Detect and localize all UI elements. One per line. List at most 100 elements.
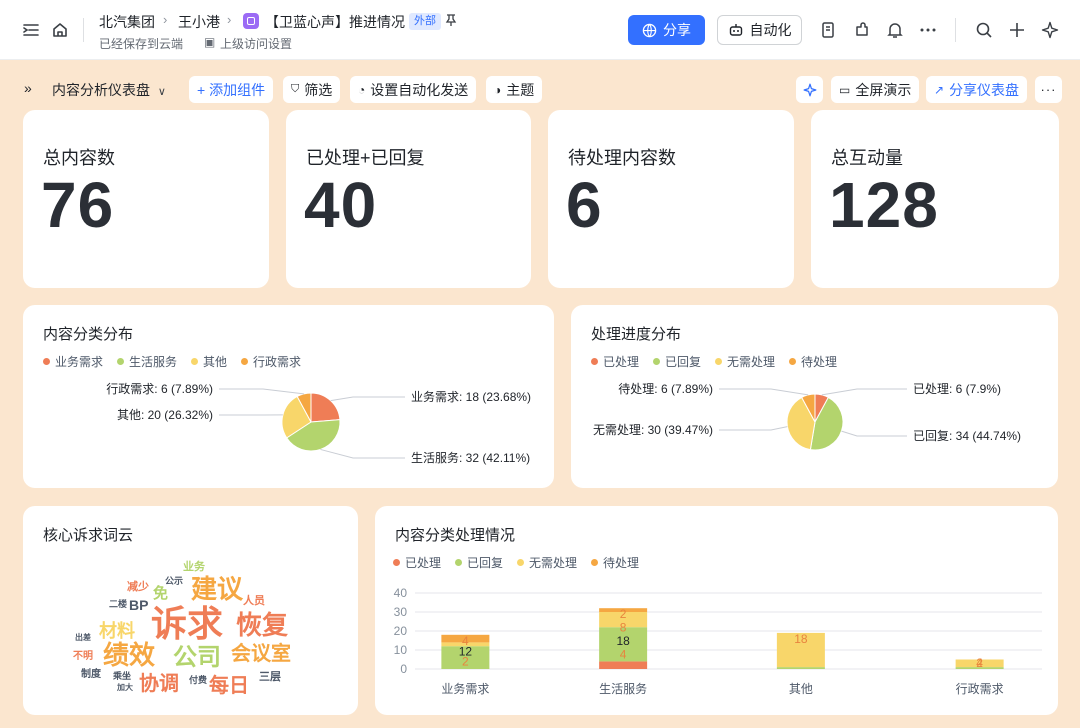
share-button[interactable]: 分享 xyxy=(628,15,705,45)
doc-template-icon[interactable] xyxy=(818,19,840,41)
auto-send-button[interactable]: ◔ 设置自动化发送 xyxy=(350,76,477,103)
wordcloud-word: 建议 xyxy=(191,574,244,604)
plus-icon[interactable] xyxy=(1006,19,1028,41)
present-button[interactable]: ▭ 全屏演示 xyxy=(831,76,920,103)
palette-icon: ◑ xyxy=(494,82,502,97)
wordcloud-word: 付费 xyxy=(189,675,208,685)
pie-data-label: 已处理: 6 (7.9%) xyxy=(913,382,1001,396)
pin-icon[interactable] xyxy=(442,11,460,29)
bar-data-label: 4 xyxy=(462,634,469,648)
wordcloud-card[interactable]: 核心诉求词云 诉求 建议 恢复 绩效 公司 会议室 协调 每日 材料免 BP 人员 减少 业务 公示 二楼三… xyxy=(23,506,358,715)
stat-card-total[interactable]: 总内容数 76 xyxy=(23,110,269,288)
chevron-right-icon: › xyxy=(227,12,232,27)
bar-data-label: 18 xyxy=(616,634,630,648)
bar-segment[interactable] xyxy=(776,667,825,669)
toolbar-more-button[interactable]: ··· xyxy=(1035,76,1062,103)
wordcloud-word: 三层 xyxy=(259,671,281,683)
wordcloud-word: 每日 xyxy=(209,675,249,697)
top-bar: 北汽集团 › 王小港 › 【卫蓝心声】推进情况 外部 已经保存到云端 ▣ 上级访… xyxy=(0,0,1080,60)
save-status: 已经保存到云端 xyxy=(99,37,184,51)
label-leader-line xyxy=(719,426,788,431)
label-leader-line xyxy=(719,388,809,396)
double-chevron-right-icon[interactable]: » xyxy=(24,80,32,96)
pie-chart: 已处理: 6 (7.9%) 已回复: 34 (44.74%) 无需处理: 30 (3… xyxy=(593,382,1021,451)
breadcrumb-user[interactable]: 王小港 xyxy=(178,12,220,32)
present-label: 全屏演示 xyxy=(855,81,912,98)
stat-label: 总互动量 xyxy=(831,148,903,168)
label-leader-line xyxy=(219,388,304,395)
stat-label: 待处理内容数 xyxy=(568,148,676,168)
label-leader-line xyxy=(821,388,907,396)
wordcloud-word: 会议室 xyxy=(231,643,291,665)
search-icon[interactable] xyxy=(973,19,995,41)
bell-icon[interactable] xyxy=(884,19,906,41)
stat-label: 已处理+已回复 xyxy=(306,148,425,168)
x-tick-label: 生活服务 xyxy=(599,681,647,696)
doc-title[interactable]: 【卫蓝心声】推进情况 xyxy=(265,12,405,32)
dashboard-name: 内容分析仪表盘 xyxy=(52,82,150,98)
ai-sparkle-icon xyxy=(803,83,816,96)
x-tick-label: 其他 xyxy=(789,682,813,696)
y-tick-label: 0 xyxy=(400,662,407,676)
parent-access-settings[interactable]: 上级访问设置 xyxy=(220,35,292,52)
y-tick-label: 10 xyxy=(394,643,408,657)
wordcloud-word: 乘坐 xyxy=(113,671,132,681)
theme-button[interactable]: ◑ 主题 xyxy=(486,76,543,103)
wordcloud-word: 材料 xyxy=(99,621,135,641)
filter-label: 筛选 xyxy=(304,81,333,98)
wordcloud-word: BP xyxy=(129,597,149,613)
wordcloud-word: 业务 xyxy=(183,561,205,573)
bar-segment[interactable] xyxy=(599,661,648,669)
plugin-icon[interactable] xyxy=(851,19,873,41)
x-tick-label: 业务需求 xyxy=(441,681,489,696)
share-dashboard-button[interactable]: ↗ 分享仪表盘 xyxy=(926,76,1028,103)
chart-card-progress-distribution[interactable]: 处理进度分布 已处理 已回复 无需处理 待处理 已处理: 6 (7.9%) 已回复: 3… xyxy=(571,305,1058,488)
presentation-icon: ▭ xyxy=(839,82,851,97)
base-doc-icon xyxy=(243,13,259,29)
pie-slice[interactable] xyxy=(310,392,341,423)
sidebar-toggle-icon[interactable] xyxy=(20,19,42,41)
share-arrow-icon: ↗ xyxy=(934,82,945,97)
ai-assist-button[interactable] xyxy=(796,76,823,103)
label-leader-line xyxy=(841,430,907,437)
dashboard-toolbar: » 内容分析仪表盘 ∨ + 添加组件 ⛉ 筛选 ◔ 设置自动化发送 ◑ 主题 ▭… xyxy=(0,61,1080,117)
home-icon[interactable] xyxy=(49,19,71,41)
wordcloud: 诉求 建议 恢复 绩效 公司 会议室 协调 每日 材料 免 BP 人员 减少 业务 公示 二楼 三层 不明 制度 出差… xyxy=(23,506,358,715)
wordcloud-word: 诉求 xyxy=(151,603,224,644)
pie-data-label: 业务需求: 18 (23.68%) xyxy=(411,389,531,404)
add-widget-button[interactable]: + 添加组件 xyxy=(189,76,274,103)
breadcrumb-org[interactable]: 北汽集团 xyxy=(99,12,155,32)
auto-send-label: 设置自动化发送 xyxy=(370,81,469,98)
stat-card-processed[interactable]: 已处理+已回复 40 xyxy=(286,110,531,288)
pie-data-label: 行政需求: 6 (7.89%) xyxy=(106,382,213,396)
stat-value: 40 xyxy=(304,169,378,241)
pie-data-label: 待处理: 6 (7.89%) xyxy=(618,382,713,396)
wordcloud-word: 协调 xyxy=(139,673,179,695)
bar-data-label: 2 xyxy=(620,607,627,621)
bar-data-label: 4 xyxy=(976,656,983,670)
label-leader-line xyxy=(320,448,405,459)
automation-button[interactable]: 自动化 xyxy=(717,15,802,45)
y-tick-label: 20 xyxy=(394,624,408,638)
wordcloud-word: 公司 xyxy=(173,644,221,671)
chart-card-category-distribution[interactable]: 内容分类分布 业务需求 生活服务 其他 行政需求 业务需求: 18 (23.68%) 生… xyxy=(23,305,554,488)
pie-data-label: 无需处理: 30 (39.47%) xyxy=(593,423,713,437)
y-tick-label: 30 xyxy=(394,605,408,619)
globe-icon xyxy=(642,23,657,37)
x-tick-label: 行政需求 xyxy=(956,682,1004,696)
dashboard-selector[interactable]: 内容分析仪表盘 ∨ xyxy=(52,80,166,100)
stat-card-pending[interactable]: 待处理内容数 6 xyxy=(548,110,794,288)
add-widget-label: + 添加组件 xyxy=(197,81,266,98)
label-leader-line xyxy=(330,396,405,402)
ai-sparkle-icon[interactable] xyxy=(1039,19,1061,41)
more-icon[interactable] xyxy=(917,19,939,41)
stat-value: 128 xyxy=(829,169,939,241)
stat-value: 6 xyxy=(566,169,603,241)
wordcloud-word: 制度 xyxy=(81,669,101,680)
stat-card-interactions[interactable]: 总互动量 128 xyxy=(811,110,1059,288)
automation-label: 自动化 xyxy=(749,22,792,38)
filter-button[interactable]: ⛉ 筛选 xyxy=(283,76,341,103)
chart-card-category-processing[interactable]: 内容分类处理情况 已处理 已回复 无需处理 待处理 0 10 20 30 40 2 12 4 业务需求… xyxy=(375,506,1058,715)
chevron-right-icon: › xyxy=(163,12,168,27)
external-badge: 外部 xyxy=(409,13,441,30)
